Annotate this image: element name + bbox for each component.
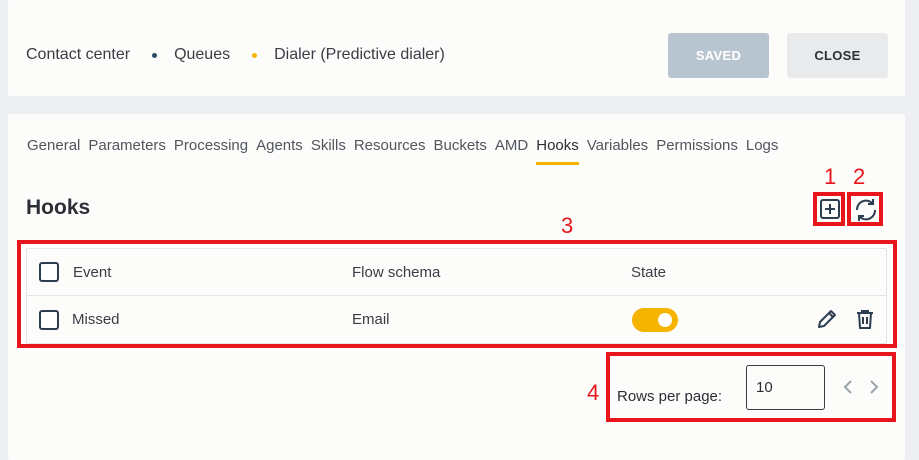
close-button[interactable]: CLOSE xyxy=(787,33,888,78)
annotation-label-2: 2 xyxy=(853,164,866,189)
annotation-label-1: 1 xyxy=(824,164,837,189)
page-header: Contact center Queues Dialer (Predictive… xyxy=(8,0,905,96)
tab-resources[interactable]: Resources xyxy=(354,137,426,165)
tab-amd[interactable]: AMD xyxy=(495,137,528,165)
tab-general[interactable]: General xyxy=(27,137,80,165)
annotation-box-3 xyxy=(17,240,897,348)
annotation-box-4 xyxy=(606,352,896,422)
breadcrumb-separator-dot xyxy=(152,52,158,58)
tab-variables[interactable]: Variables xyxy=(587,137,648,165)
tab-permissions[interactable]: Permissions xyxy=(656,137,738,165)
tab-agents[interactable]: Agents xyxy=(256,137,303,165)
annotation-label-3: 3 xyxy=(561,213,574,238)
tab-skills[interactable]: Skills xyxy=(311,137,346,165)
breadcrumb-item-dialer: Dialer (Predictive dialer) xyxy=(274,46,445,63)
breadcrumb: Contact center Queues Dialer (Predictive… xyxy=(26,46,445,64)
saved-button[interactable]: SAVED xyxy=(668,33,769,78)
tab-logs[interactable]: Logs xyxy=(746,137,779,165)
tab-buckets[interactable]: Buckets xyxy=(434,137,487,165)
section-title: Hooks xyxy=(26,196,91,219)
annotation-box-2 xyxy=(847,192,883,226)
tab-bar: General Parameters Processing Agents Ski… xyxy=(27,137,786,165)
breadcrumb-item-queues[interactable]: Queues xyxy=(174,46,230,64)
tab-parameters[interactable]: Parameters xyxy=(88,137,166,165)
tab-hooks[interactable]: Hooks xyxy=(536,137,579,165)
annotation-label-4: 4 xyxy=(587,380,600,405)
breadcrumb-separator-dot xyxy=(252,52,258,58)
breadcrumb-item-contact-center[interactable]: Contact center xyxy=(26,46,130,64)
tab-processing[interactable]: Processing xyxy=(174,137,248,165)
annotation-box-1 xyxy=(813,192,845,226)
